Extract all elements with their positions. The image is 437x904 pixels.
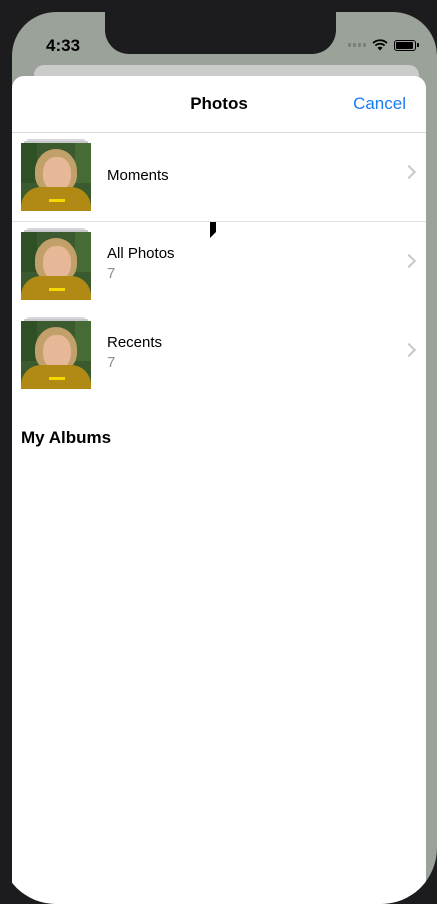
mouse-cursor-icon [210, 222, 216, 238]
album-count: 7 [107, 354, 116, 371]
device-frame: 4:33 Photos Cancel Moments All Photos 7 … [0, 0, 437, 904]
chevron-right-icon [401, 253, 417, 269]
album-thumbnail [21, 139, 91, 211]
album-row-recents[interactable]: Recents 7 [12, 311, 426, 399]
navigation-bar: Photos Cancel [12, 76, 426, 133]
album-label: Moments [107, 167, 169, 184]
album-row-moments[interactable]: Moments [12, 133, 426, 222]
battery-tip [417, 43, 419, 47]
album-thumbnail [21, 317, 91, 389]
notch [105, 12, 336, 54]
status-time: 4:33 [46, 36, 81, 55]
chevron-right-icon [401, 342, 417, 358]
album-thumbnail [21, 228, 91, 300]
photos-picker-sheet: Photos Cancel Moments All Photos 7 Recen… [12, 76, 426, 904]
screen: 4:33 Photos Cancel Moments All Photos 7 … [12, 12, 437, 904]
album-label: Recents [107, 334, 163, 351]
album-label: All Photos [107, 245, 175, 262]
chevron-right-icon [401, 164, 417, 180]
status-icons [348, 39, 419, 51]
album-row-all-photos[interactable]: All Photos 7 [12, 222, 426, 310]
cancel-button[interactable]: Cancel [353, 94, 406, 114]
wifi-icon [372, 39, 388, 51]
status-bar: 4:33 [12, 12, 437, 68]
cellular-signal-icon [348, 43, 366, 47]
album-count: 7 [107, 265, 116, 282]
my-albums-heading: My Albums [21, 428, 112, 447]
battery-icon [394, 39, 416, 51]
